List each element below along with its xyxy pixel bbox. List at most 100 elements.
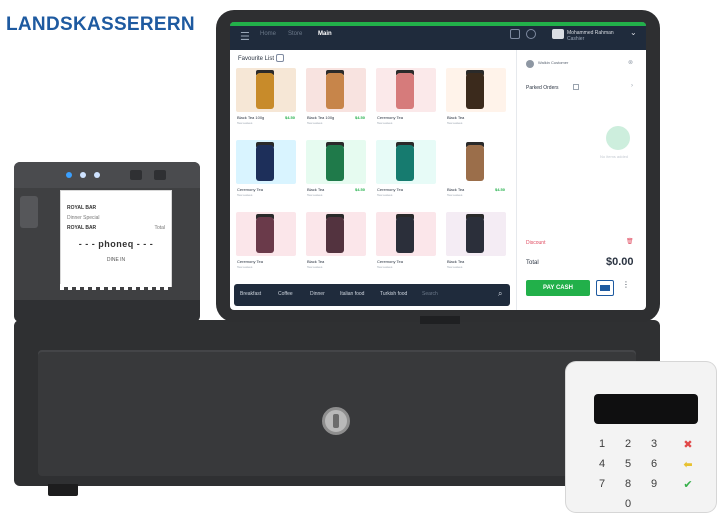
keypad-key-6[interactable]: 6 bbox=[646, 458, 662, 470]
category-turkish-food[interactable]: Turkish food bbox=[380, 291, 407, 297]
empty-cart-text: No items added bbox=[600, 154, 629, 159]
keypad-key-8[interactable]: 8 bbox=[620, 478, 636, 490]
user-info[interactable]: Mohammed Rahman Cashier bbox=[567, 30, 614, 42]
printed-receipt: ROYAL BAR Dinner Special ROYAL BAR Total… bbox=[60, 190, 172, 287]
keypad-key-cancel[interactable]: ✖ bbox=[680, 438, 696, 451]
printer-button[interactable] bbox=[130, 170, 142, 180]
printer-base bbox=[14, 300, 200, 322]
product-price: $4.50 bbox=[354, 115, 365, 120]
pay-cash-button[interactable]: PAY CASH bbox=[526, 280, 590, 296]
drawer-foot bbox=[48, 484, 78, 496]
keypad-key-7[interactable]: 7 bbox=[594, 478, 610, 490]
keypad-key-2[interactable]: 2 bbox=[620, 438, 636, 450]
product-name: Black Tea bbox=[447, 187, 465, 192]
close-icon[interactable]: ⊗ bbox=[628, 59, 633, 66]
printer-led-icon bbox=[94, 172, 100, 178]
product-category: Tea Leaves bbox=[447, 193, 463, 197]
product-category: Tea Leaves bbox=[237, 193, 253, 197]
product-card[interactable]: Black Tea 100g $4.50 Tea Leaves bbox=[304, 66, 368, 130]
breadcrumb-store[interactable]: Store bbox=[288, 31, 302, 37]
product-name: Black Tea 100g bbox=[307, 115, 335, 120]
category-coffee[interactable]: Coffee bbox=[278, 291, 293, 297]
customer-name[interactable]: Walkin Customer bbox=[538, 60, 568, 65]
keypad-key-0[interactable]: 0 bbox=[620, 498, 636, 510]
parked-orders-edit-icon[interactable] bbox=[573, 84, 579, 90]
product-jar-icon bbox=[256, 73, 274, 109]
product-category: Tea Leaves bbox=[237, 121, 253, 125]
category-dinner[interactable]: Dinner bbox=[310, 291, 325, 297]
product-name: Black Tea bbox=[307, 187, 325, 192]
product-price: $4.50 bbox=[284, 115, 295, 120]
product-category: Tea Leaves bbox=[447, 265, 463, 269]
product-jar-icon bbox=[326, 73, 344, 109]
keypad-key-confirm[interactable]: ✔ bbox=[680, 478, 696, 491]
product-name: Ceremony Tea bbox=[237, 259, 263, 264]
total-value: $0.00 bbox=[606, 256, 634, 268]
user-avatar[interactable] bbox=[552, 29, 564, 39]
category-bar bbox=[234, 284, 510, 306]
product-category: Tea Leaves bbox=[307, 265, 323, 269]
receipt-tear-edge bbox=[60, 284, 172, 290]
keypad-key-back[interactable]: ⬅ bbox=[680, 458, 696, 471]
product-name: Black Tea bbox=[447, 259, 465, 264]
printer-top bbox=[14, 162, 200, 188]
product-card[interactable]: Ceremony Tea Tea Leaves bbox=[234, 210, 298, 274]
product-card[interactable]: Ceremony Tea Tea Leaves bbox=[234, 138, 298, 202]
category-search-input[interactable]: Search bbox=[422, 291, 438, 297]
edit-favourites-icon[interactable] bbox=[276, 54, 284, 62]
product-jar-icon bbox=[466, 73, 484, 109]
product-name: Ceremony Tea bbox=[377, 115, 403, 120]
product-category: Tea Leaves bbox=[307, 193, 323, 197]
product-name: Black Tea bbox=[307, 259, 325, 264]
product-card[interactable]: Black Tea $4.50 Tea Leaves bbox=[444, 138, 508, 202]
product-jar-icon bbox=[256, 145, 274, 181]
product-jar-icon bbox=[396, 217, 414, 253]
product-price: $4.50 bbox=[494, 187, 505, 192]
product-name: Ceremony Tea bbox=[377, 187, 403, 192]
grid-icon[interactable] bbox=[510, 29, 520, 39]
chevron-down-icon[interactable]: ⌄ bbox=[630, 28, 637, 37]
product-category: Tea Leaves bbox=[377, 193, 393, 197]
product-category: Tea Leaves bbox=[237, 265, 253, 269]
category-breakfast[interactable]: Breakfast bbox=[240, 291, 261, 297]
printer-led-icon bbox=[80, 172, 86, 178]
product-jar-icon bbox=[326, 145, 344, 181]
category-italian-food[interactable]: Italian food bbox=[340, 291, 364, 297]
chevron-right-icon[interactable]: › bbox=[631, 83, 633, 89]
product-category: Tea Leaves bbox=[307, 121, 323, 125]
search-icon[interactable]: ⌕ bbox=[498, 289, 502, 299]
breadcrumb-home[interactable]: Home bbox=[260, 31, 276, 37]
keypad-key-9[interactable]: 9 bbox=[646, 478, 662, 490]
product-card[interactable]: Ceremony Tea Tea Leaves bbox=[374, 210, 438, 274]
product-card[interactable]: Black Tea Tea Leaves bbox=[304, 210, 368, 274]
receipt-line: Total bbox=[154, 225, 165, 231]
product-card[interactable]: Black Tea 100g $4.50 Tea Leaves bbox=[234, 66, 298, 130]
receipt-brand: - - - phoneq - - - bbox=[78, 239, 154, 249]
discount-label[interactable]: Discount bbox=[526, 240, 545, 246]
product-card[interactable]: Ceremony Tea Tea Leaves bbox=[374, 138, 438, 202]
product-card[interactable]: Black Tea Tea Leaves bbox=[444, 66, 508, 130]
product-name: Black Tea bbox=[447, 115, 465, 120]
delete-discount-icon[interactable]: 🗑 bbox=[626, 238, 634, 245]
product-card[interactable]: Ceremony Tea Tea Leaves bbox=[374, 66, 438, 130]
keypad-key-1[interactable]: 1 bbox=[594, 438, 610, 450]
product-jar-icon bbox=[396, 145, 414, 181]
keypad-key-3[interactable]: 3 bbox=[646, 438, 662, 450]
keypad-key-4[interactable]: 4 bbox=[594, 458, 610, 470]
product-price: $4.50 bbox=[354, 187, 365, 192]
receipt-line: ROYAL BAR bbox=[67, 225, 97, 231]
product-jar-icon bbox=[326, 217, 344, 253]
settings-icon[interactable] bbox=[526, 29, 536, 39]
keypad-key-5[interactable]: 5 bbox=[620, 458, 636, 470]
total-label: Total bbox=[526, 260, 539, 266]
pos-screen: ☰ Home Store Main Mohammed Rahman Cashie… bbox=[230, 22, 646, 310]
receipt-footer: DINE IN bbox=[106, 257, 126, 263]
printer-button[interactable] bbox=[154, 170, 166, 180]
hamburger-menu-icon[interactable]: ☰ bbox=[240, 30, 250, 43]
parked-orders-label[interactable]: Parked Orders bbox=[526, 85, 559, 91]
product-card[interactable]: Black Tea $4.50 Tea Leaves bbox=[304, 138, 368, 202]
breadcrumb-main[interactable]: Main bbox=[318, 31, 332, 37]
more-options-icon[interactable]: ⋮ bbox=[622, 280, 630, 289]
product-name: Ceremony Tea bbox=[237, 187, 263, 192]
product-card[interactable]: Black Tea Tea Leaves bbox=[444, 210, 508, 274]
